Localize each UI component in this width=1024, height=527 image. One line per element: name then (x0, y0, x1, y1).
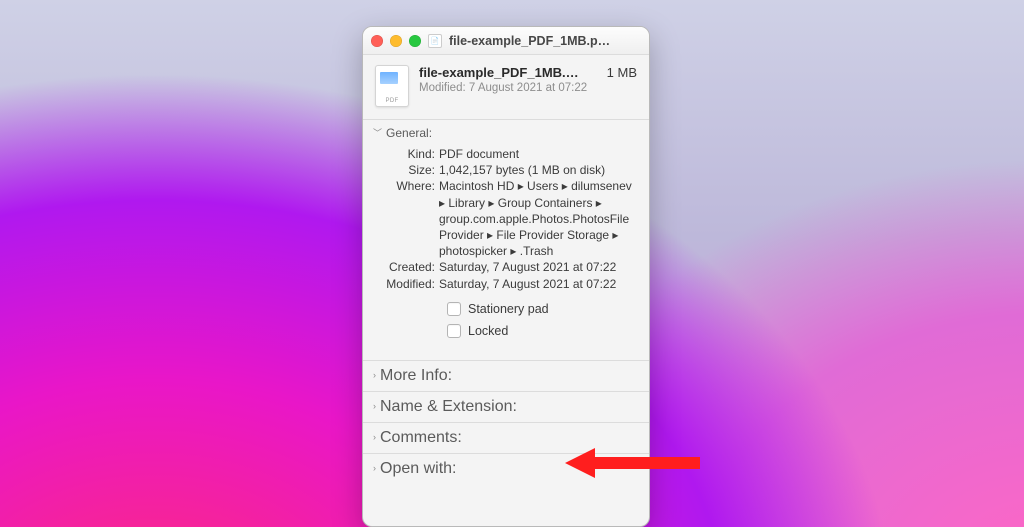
section-general: ﹀ General: Kind: PDF document Size: 1,04… (363, 120, 649, 360)
minimize-button[interactable] (390, 35, 402, 47)
section-general-label: General: (386, 126, 432, 140)
titlebar-file-icon: 📄 (428, 34, 442, 48)
stationery-pad-label: Stationery pad (468, 302, 549, 316)
get-info-window: 📄 file-example_PDF_1MB.p… file-example_P… (362, 26, 650, 527)
value-modified: Saturday, 7 August 2021 at 07:22 (439, 276, 637, 292)
zoom-button[interactable] (409, 35, 421, 47)
window-title: file-example_PDF_1MB.p… (449, 34, 641, 48)
close-button[interactable] (371, 35, 383, 47)
chevron-right-icon: › (373, 401, 376, 411)
chevron-right-icon: › (373, 463, 376, 473)
file-header-text: file-example_PDF_1MB.… 1 MB Modified: 7 … (419, 65, 637, 94)
row-modified: Modified: Saturday, 7 August 2021 at 07:… (375, 276, 637, 292)
row-size: Size: 1,042,157 bytes (1 MB on disk) (375, 162, 637, 178)
locked-row[interactable]: Locked (447, 324, 637, 338)
window-controls (371, 35, 421, 47)
file-thumbnail-icon (375, 65, 409, 107)
file-modified-summary: Modified: 7 August 2021 at 07:22 (419, 82, 637, 94)
value-size: 1,042,157 bytes (1 MB on disk) (439, 162, 637, 178)
macos-desktop: 📄 file-example_PDF_1MB.p… file-example_P… (0, 0, 1024, 527)
file-size: 1 MB (607, 65, 637, 80)
file-header: file-example_PDF_1MB.… 1 MB Modified: 7 … (363, 55, 649, 119)
label-size: Size: (375, 162, 439, 178)
chevron-down-icon: ﹀ (373, 126, 382, 139)
value-created: Saturday, 7 August 2021 at 07:22 (439, 259, 637, 275)
stationery-pad-row[interactable]: Stationery pad (447, 302, 637, 316)
section-more-info-label: More Info: (380, 367, 452, 385)
section-open-with-label: Open with: (380, 460, 456, 478)
section-comments-header[interactable]: › Comments: (363, 422, 649, 453)
section-comments-label: Comments: (380, 429, 462, 447)
locked-label: Locked (468, 324, 508, 338)
label-created: Created: (375, 259, 439, 275)
titlebar: 📄 file-example_PDF_1MB.p… (363, 27, 649, 55)
file-name: file-example_PDF_1MB.… (419, 65, 597, 80)
section-open-with-header[interactable]: › Open with: (363, 453, 649, 484)
label-modified: Modified: (375, 276, 439, 292)
stationery-pad-checkbox[interactable] (447, 302, 461, 316)
section-more-info-header[interactable]: › More Info: (363, 360, 649, 391)
row-where: Where: Macintosh HD ▸ Users ▸ dilumsenev… (375, 178, 637, 259)
label-where: Where: (375, 178, 439, 194)
row-created: Created: Saturday, 7 August 2021 at 07:2… (375, 259, 637, 275)
label-kind: Kind: (375, 146, 439, 162)
chevron-right-icon: › (373, 370, 376, 380)
locked-checkbox[interactable] (447, 324, 461, 338)
section-name-ext-label: Name & Extension: (380, 398, 517, 416)
section-name-ext-header[interactable]: › Name & Extension: (363, 391, 649, 422)
section-general-header[interactable]: ﹀ General: (363, 120, 649, 146)
value-kind: PDF document (439, 146, 637, 162)
value-where: Macintosh HD ▸ Users ▸ dilumsenev ▸ Libr… (439, 178, 637, 259)
row-kind: Kind: PDF document (375, 146, 637, 162)
general-checkboxes: Stationery pad Locked (375, 292, 637, 352)
section-general-body: Kind: PDF document Size: 1,042,157 bytes… (363, 146, 649, 360)
chevron-right-icon: › (373, 432, 376, 442)
